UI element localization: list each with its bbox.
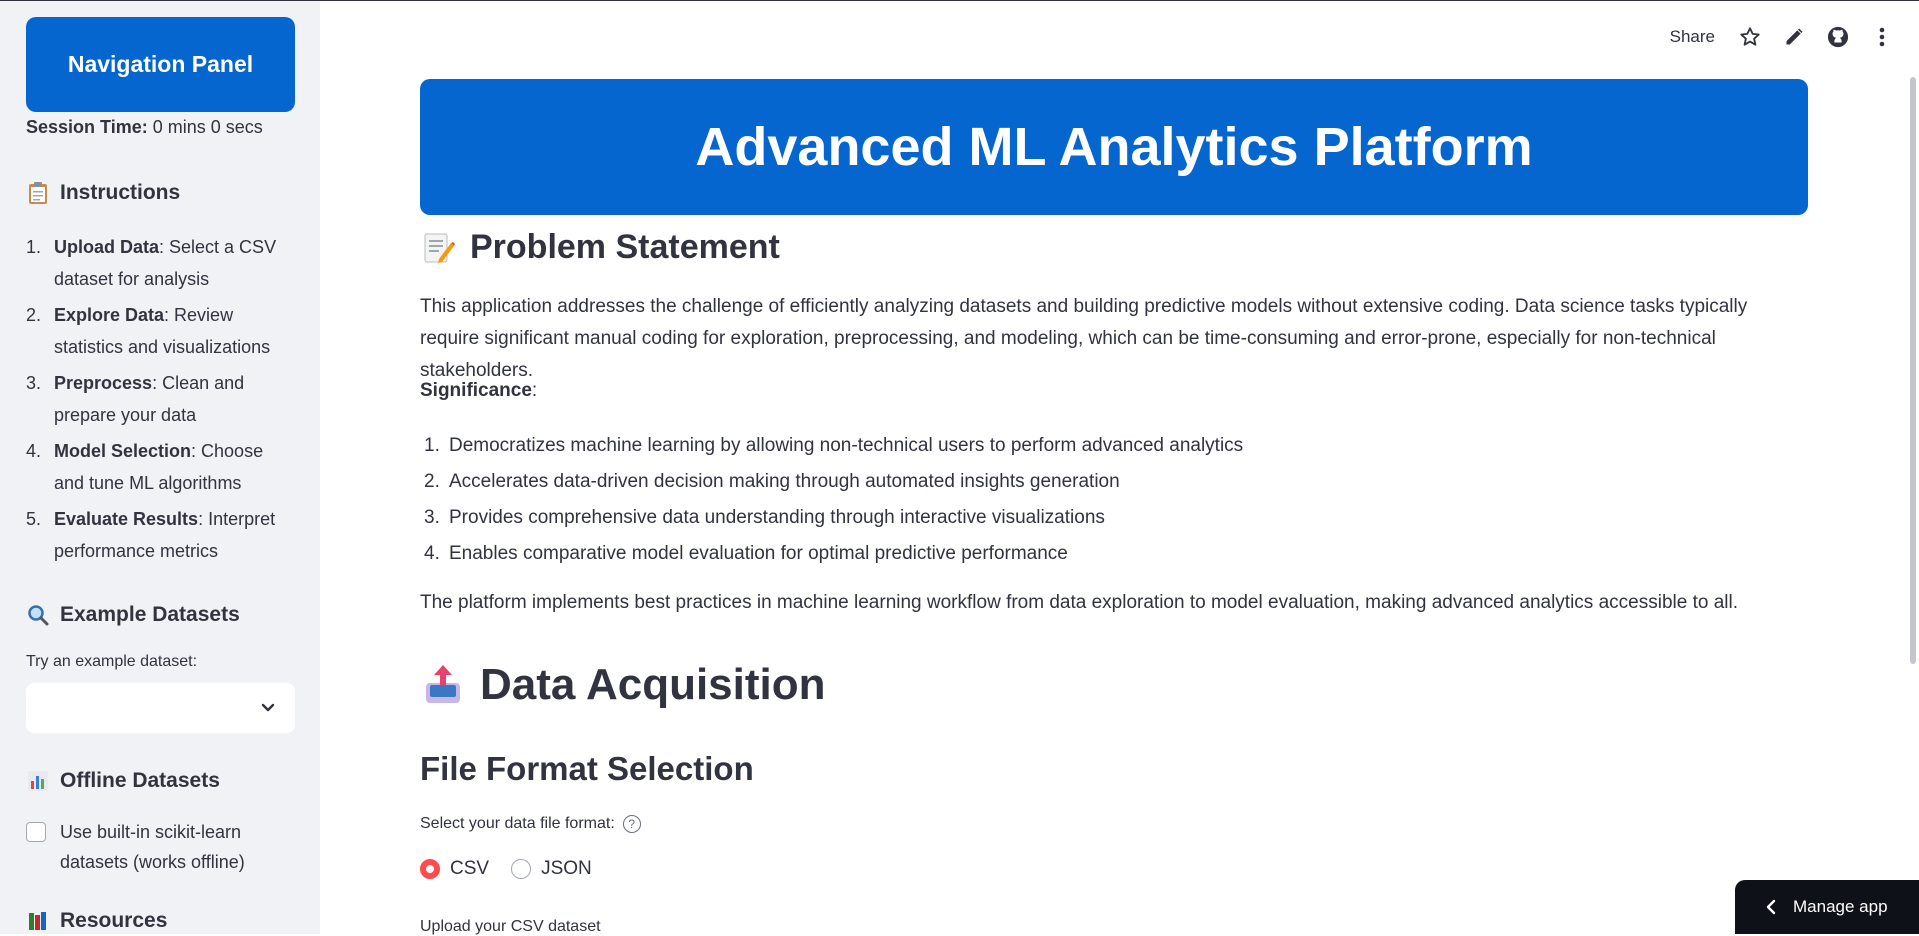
sidebar: Navigation Panel Session Time: 0 mins 0 …	[0, 1, 320, 934]
list-number: 1.	[26, 231, 54, 295]
instructions-heading: Instructions	[26, 181, 180, 205]
github-icon[interactable]	[1825, 24, 1851, 50]
problem-statement-heading: Problem Statement	[420, 228, 780, 267]
list-item: 4.Enables comparative model evaluation f…	[420, 536, 1243, 572]
list-item: 2.Explore Data: Review statistics and vi…	[26, 299, 296, 363]
resources-heading-text: Resources	[60, 909, 167, 933]
radio-label: CSV	[450, 858, 489, 880]
data-acquisition-heading-text: Data Acquisition	[480, 660, 826, 710]
list-number: 2.	[420, 464, 449, 500]
significance-colon: :	[532, 380, 537, 401]
clipboard-icon	[26, 181, 50, 205]
list-bold: Explore Data	[54, 305, 164, 325]
platform-text: The platform implements best practices i…	[420, 587, 1808, 619]
file-format-label-text: Select your data file format:	[420, 815, 615, 833]
example-datasets-heading-text: Example Datasets	[60, 603, 240, 627]
offline-datasets-option: Use built-in scikit-learn datasets (work…	[26, 817, 280, 877]
problem-statement-heading-text: Problem Statement	[470, 228, 780, 267]
example-dataset-select[interactable]	[26, 683, 295, 733]
list-text: Explore Data: Review statistics and visu…	[54, 299, 296, 363]
example-datasets-heading: Example Datasets	[26, 603, 240, 627]
navigation-panel-button[interactable]: Navigation Panel	[26, 17, 295, 112]
list-item: 1.Democratizes machine learning by allow…	[420, 428, 1243, 464]
radio-option-csv[interactable]: CSV	[420, 858, 489, 880]
list-bold: Model Selection	[54, 441, 191, 461]
magnifier-icon	[26, 603, 50, 627]
session-time: Session Time: 0 mins 0 secs	[26, 117, 263, 138]
list-text: Accelerates data-driven decision making …	[449, 464, 1120, 500]
more-vertical-icon[interactable]	[1869, 24, 1895, 50]
list-number: 3.	[420, 500, 449, 536]
chevron-down-icon	[259, 698, 277, 716]
resources-heading: Resources	[26, 909, 167, 933]
list-number: 3.	[26, 367, 54, 431]
file-format-heading: File Format Selection	[420, 750, 754, 788]
scrollbar[interactable]	[1910, 77, 1916, 664]
list-item: 3.Preprocess: Clean and prepare your dat…	[26, 367, 296, 431]
share-button[interactable]: Share	[1670, 27, 1715, 47]
offline-datasets-heading-text: Offline Datasets	[60, 769, 220, 793]
list-number: 5.	[26, 503, 54, 567]
outbox-tray-icon	[420, 662, 466, 708]
significance-list: 1.Democratizes machine learning by allow…	[420, 428, 1243, 572]
list-text: Enables comparative model evaluation for…	[449, 536, 1068, 572]
significance-label: Significance:	[420, 375, 1808, 407]
list-bold: Preprocess	[54, 373, 152, 393]
offline-datasets-checkbox-label: Use built-in scikit-learn datasets (work…	[60, 817, 280, 877]
instructions-list: 1.Upload Data: Select a CSV dataset for …	[26, 231, 296, 571]
list-number: 4.	[420, 536, 449, 572]
memo-icon	[420, 230, 456, 266]
significance-label-text: Significance	[420, 380, 532, 401]
problem-statement-text: This application addresses the challenge…	[420, 291, 1808, 387]
offline-datasets-heading: Offline Datasets	[26, 769, 220, 793]
radio-label: JSON	[541, 858, 592, 880]
radio-button[interactable]	[511, 859, 531, 879]
list-number: 1.	[420, 428, 449, 464]
list-text: Democratizes machine learning by allowin…	[449, 428, 1243, 464]
manage-app-label: Manage app	[1793, 897, 1888, 917]
list-item: 5.Evaluate Results: Interpret performanc…	[26, 503, 296, 567]
instructions-heading-text: Instructions	[60, 181, 180, 205]
chevron-left-icon	[1765, 899, 1777, 915]
radio-option-json[interactable]: JSON	[511, 858, 592, 880]
upload-label: Upload your CSV dataset	[420, 918, 601, 936]
list-item: 1.Upload Data: Select a CSV dataset for …	[26, 231, 296, 295]
app-banner-title: Advanced ML Analytics Platform	[420, 79, 1808, 215]
app-toolbar: Share	[1670, 24, 1895, 50]
pencil-icon[interactable]	[1781, 24, 1807, 50]
list-text: Provides comprehensive data understandin…	[449, 500, 1105, 536]
data-acquisition-heading: Data Acquisition	[420, 660, 826, 710]
list-bold: Upload Data	[54, 237, 159, 257]
star-icon[interactable]	[1737, 24, 1763, 50]
list-text: Upload Data: Select a CSV dataset for an…	[54, 231, 296, 295]
offline-datasets-checkbox[interactable]	[26, 822, 46, 842]
books-icon	[26, 909, 50, 933]
manage-app-button[interactable]: Manage app	[1735, 880, 1919, 934]
bar-chart-icon	[26, 769, 50, 793]
example-dataset-label: Try an example dataset:	[26, 653, 197, 671]
list-number: 4.	[26, 435, 54, 499]
list-text: Model Selection: Choose and tune ML algo…	[54, 435, 296, 499]
help-icon[interactable]: ?	[623, 815, 641, 833]
list-item: 2.Accelerates data-driven decision makin…	[420, 464, 1243, 500]
list-item: 3.Provides comprehensive data understand…	[420, 500, 1243, 536]
file-format-label: Select your data file format: ?	[420, 815, 641, 833]
file-format-radio-group: CSV JSON	[420, 858, 592, 880]
list-text: Evaluate Results: Interpret performance …	[54, 503, 296, 567]
list-item: 4.Model Selection: Choose and tune ML al…	[26, 435, 296, 499]
list-text: Preprocess: Clean and prepare your data	[54, 367, 296, 431]
list-number: 2.	[26, 299, 54, 363]
radio-button-selected[interactable]	[420, 859, 440, 879]
session-time-label: Session Time:	[26, 117, 148, 137]
list-bold: Evaluate Results	[54, 509, 198, 529]
session-time-value: 0 mins 0 secs	[148, 117, 263, 137]
